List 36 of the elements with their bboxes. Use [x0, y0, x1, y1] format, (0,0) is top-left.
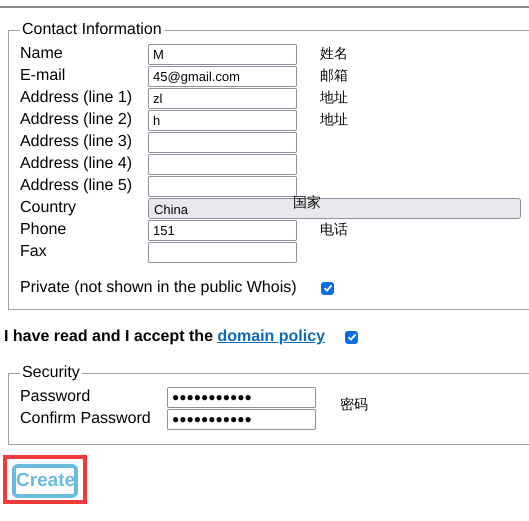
input-field[interactable]: h	[148, 110, 297, 130]
panel-title: Security	[21, 364, 81, 382]
annotation-label: 密码	[340, 396, 368, 414]
field-label: Phone	[20, 220, 68, 240]
annotation-label: 地址	[320, 111, 348, 129]
input-field[interactable]: 151	[148, 220, 297, 240]
input-field[interactable]: M	[148, 44, 297, 64]
field-label: Country	[20, 198, 78, 218]
field-label: Address (line 2)	[20, 110, 134, 130]
field-label: Address (line 5)	[20, 176, 134, 196]
field-label: Confirm Password	[20, 410, 152, 428]
input-field[interactable]: zl	[148, 88, 297, 108]
input-field[interactable]	[148, 242, 297, 262]
private-label: Private (not shown in the public Whois)	[20, 279, 298, 297]
password-field[interactable]: ●●●●●●●●●●●	[167, 408, 316, 430]
annotation-label: 电话	[320, 221, 348, 239]
field-label: Address (line 3)	[20, 132, 134, 152]
password-field[interactable]: ●●●●●●●●●●●	[167, 386, 316, 408]
panel-title: Contact Information	[21, 21, 163, 39]
field-label: Fax	[20, 242, 48, 262]
input-field[interactable]	[148, 132, 297, 152]
field-label: Password	[20, 388, 92, 406]
field-label: Address (line 4)	[20, 154, 134, 174]
input-field[interactable]	[148, 176, 297, 196]
input-field[interactable]: 45@gmail.com	[148, 66, 297, 86]
policy-link[interactable]: domain policy	[217, 328, 325, 346]
annotation-label: 邮箱	[320, 67, 348, 85]
checkbox[interactable]	[321, 282, 334, 294]
policy-text: I have read and I accept the	[4, 328, 213, 346]
field-label: Address (line 1)	[20, 88, 134, 108]
field-label: Name	[20, 44, 64, 64]
annotation-label: 姓名	[320, 45, 348, 63]
checkbox[interactable]	[345, 330, 358, 344]
field-label: E-mail	[20, 66, 66, 86]
input-field[interactable]	[148, 154, 297, 174]
annotation-label: 地址	[320, 89, 348, 107]
